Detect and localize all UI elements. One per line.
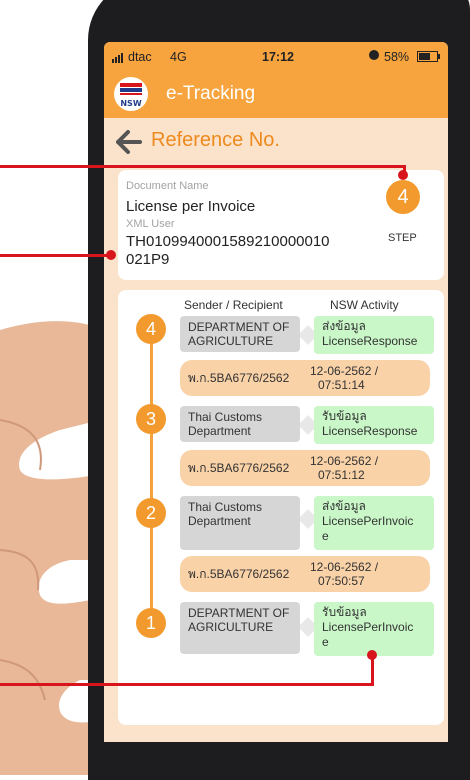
current-step-badge: 4: [386, 180, 420, 214]
step-reference: พ.ก.5BA6776/2562 12-06-2562 / 07:51:14: [180, 360, 430, 396]
annotation-line-step: [0, 165, 405, 168]
battery-label: 58%: [384, 50, 410, 64]
activity-line: รับข้อมูล: [322, 409, 367, 423]
document-card: Document Name License per Invoice XML Us…: [118, 170, 444, 280]
app-header: NSW e-Tracking: [104, 70, 448, 118]
clock: 17:12: [262, 50, 294, 64]
reference-date: 12-06-2562 /: [310, 454, 379, 468]
battery-icon: [417, 51, 441, 65]
activity-line: ส่งข้อมูล: [322, 319, 366, 333]
reference-time: 07:51:14: [318, 378, 365, 392]
status-bar: dtac 4G 17:12 58%: [104, 42, 448, 70]
activity-line: e: [322, 635, 329, 649]
activity-line: LicensePerInvoic: [322, 620, 414, 634]
sender-line: DEPARTMENT OF: [188, 320, 290, 334]
network-label: 4G: [170, 50, 187, 64]
sender-line: Department: [188, 514, 251, 528]
xml-user-value-line1: TH0109940001589210000010: [126, 233, 330, 250]
step-sender: Thai Customs Department: [180, 406, 300, 442]
annotation-line-xmluser: [0, 254, 112, 257]
sender-line: AGRICULTURE: [188, 334, 274, 348]
annotation-line-activity: [0, 683, 374, 686]
sub-header: Reference No.: [104, 118, 448, 168]
activity-line: LicensePerInvoic: [322, 514, 414, 528]
carrier-label: dtac: [128, 50, 152, 64]
reference-date: 12-06-2562 /: [310, 364, 379, 378]
phone-screen: dtac 4G 17:12 58% NSW e-Tracking Referen…: [104, 42, 448, 742]
sender-line: AGRICULTURE: [188, 620, 274, 634]
reference-date: 12-06-2562 /: [310, 560, 379, 574]
sender-line: Thai Customs: [188, 410, 263, 424]
activity-line: LicenseResponse: [322, 424, 418, 438]
sender-column-header: Sender / Recipient: [184, 298, 283, 312]
back-arrow-icon[interactable]: [116, 130, 142, 154]
reference-datetime: 12-06-2562 / 07:50:57: [310, 560, 422, 588]
signal-icon: [112, 52, 126, 66]
reference-number: พ.ก.5BA6776/2562: [188, 371, 290, 385]
annotation-dot-xmluser: [106, 250, 116, 260]
tracking-card: Sender / Recipient NSW Activity 4 DEPART…: [118, 290, 444, 725]
step-activity: รับข้อมูล LicenseResponse: [314, 406, 434, 444]
reference-number: พ.ก.5BA6776/2562: [188, 567, 290, 581]
reference-time: 07:51:12: [318, 468, 365, 482]
document-name-label: Document Name: [126, 180, 209, 192]
alarm-icon: [368, 49, 380, 64]
step-node: 2: [136, 498, 166, 528]
sender-line: DEPARTMENT OF: [188, 606, 290, 620]
step-reference: พ.ก.5BA6776/2562 12-06-2562 / 07:51:12: [180, 450, 430, 486]
sender-line: Thai Customs: [188, 500, 263, 514]
app-title: e-Tracking: [166, 83, 256, 104]
annotation-dot-step: [398, 170, 408, 180]
step-activity: รับข้อมูล LicensePerInvoic e: [314, 602, 434, 656]
nsw-logo: NSW: [114, 77, 148, 111]
step-sender: Thai Customs Department: [180, 496, 300, 550]
activity-column-header: NSW Activity: [330, 298, 399, 312]
step-node: 3: [136, 404, 166, 434]
activity-line: ส่งข้อมูล: [322, 499, 366, 513]
reference-datetime: 12-06-2562 / 07:51:12: [310, 454, 422, 482]
step-activity: ส่งข้อมูล LicensePerInvoic e: [314, 496, 434, 550]
reference-number: พ.ก.5BA6776/2562: [188, 461, 290, 475]
annotation-dot-activity: [367, 650, 377, 660]
xml-user-value-line2: 021P9: [126, 251, 170, 268]
timeline-line: [150, 332, 153, 632]
step-label: STEP: [388, 232, 417, 244]
page-title: Reference No.: [151, 129, 280, 151]
step-reference: พ.ก.5BA6776/2562 12-06-2562 / 07:50:57: [180, 556, 430, 592]
sender-line: Department: [188, 424, 251, 438]
step-node: 4: [136, 314, 166, 344]
step-activity: ส่งข้อมูล LicenseResponse: [314, 316, 434, 354]
reference-time: 07:50:57: [318, 574, 365, 588]
step-node: 1: [136, 608, 166, 638]
document-name-value: License per Invoice: [126, 198, 256, 215]
activity-line: LicenseResponse: [322, 334, 418, 348]
logo-text: NSW: [120, 99, 141, 108]
step-sender: DEPARTMENT OF AGRICULTURE: [180, 602, 300, 654]
activity-line: รับข้อมูล: [322, 605, 367, 619]
reference-datetime: 12-06-2562 / 07:51:14: [310, 364, 422, 392]
step-sender: DEPARTMENT OF AGRICULTURE: [180, 316, 300, 352]
activity-line: e: [322, 529, 329, 543]
xml-user-label: XML User: [126, 218, 175, 230]
